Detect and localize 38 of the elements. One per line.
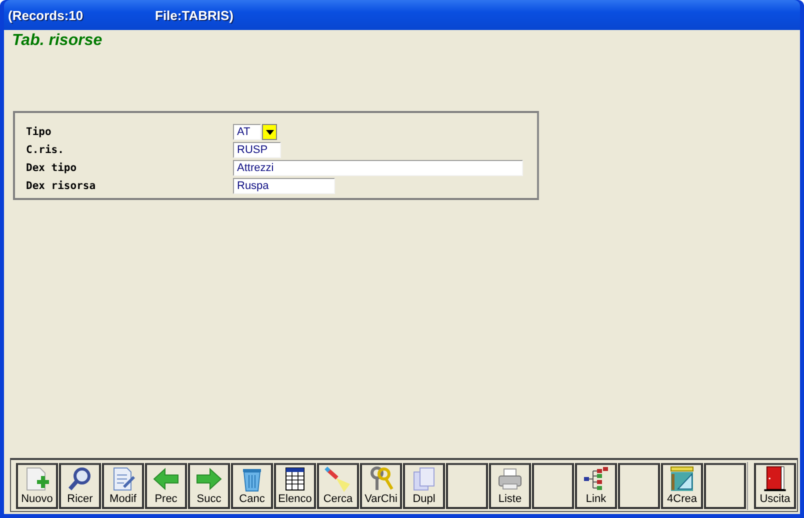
right-arrow-icon — [195, 466, 223, 492]
input-field[interactable]: Attrezzi — [233, 160, 523, 176]
file-name: File:TABRIS) — [155, 8, 234, 22]
toolbar-button[interactable]: Canc — [231, 462, 273, 508]
field-label: Tipo — [26, 126, 52, 138]
blank-button[interactable] — [446, 462, 488, 508]
field-label: C.ris. — [26, 144, 65, 156]
toolbar-button[interactable]: Prec — [145, 462, 187, 508]
printer-icon — [496, 466, 524, 492]
input-field[interactable]: RUSP — [233, 142, 281, 158]
toolbar-button[interactable]: Elenco — [274, 462, 316, 508]
records-count: (Records:10 — [8, 8, 84, 22]
network-icon — [582, 466, 610, 492]
field-label: Dex risorsa — [26, 180, 97, 192]
input-field[interactable]: Ruspa — [233, 178, 335, 194]
blank-button[interactable] — [618, 462, 660, 508]
toolbar-button[interactable]: Link — [575, 462, 617, 508]
toolbar-button[interactable]: Uscita — [754, 462, 796, 508]
toolbar-button[interactable]: Liste — [489, 462, 531, 508]
toolbar-button[interactable]: Modif — [102, 462, 144, 508]
toolbar-button[interactable]: Ricer — [59, 462, 101, 508]
toolbar-button[interactable]: Dupl — [403, 462, 445, 508]
ruler-triangle-icon — [668, 466, 696, 492]
caret-icon — [266, 130, 274, 134]
toolbar-button[interactable]: 4Crea — [661, 462, 703, 508]
toolbar-button[interactable]: Succ — [188, 462, 230, 508]
blank-button[interactable] — [532, 462, 574, 508]
toolbar-button[interactable]: Nuovo — [16, 462, 58, 508]
toolbar-button[interactable]: VarChi — [360, 462, 402, 508]
left-arrow-icon — [152, 466, 180, 492]
form-heading: Tab. risorse — [11, 31, 104, 51]
blank-button[interactable] — [704, 462, 746, 508]
door-icon — [761, 464, 789, 492]
flashlight-icon — [324, 466, 352, 492]
toolbar-button[interactable]: Cerca — [317, 462, 359, 508]
dropdown-button[interactable] — [262, 124, 277, 140]
combo-field[interactable]: AT — [233, 124, 261, 140]
field-label: Dex tipo — [26, 162, 78, 174]
